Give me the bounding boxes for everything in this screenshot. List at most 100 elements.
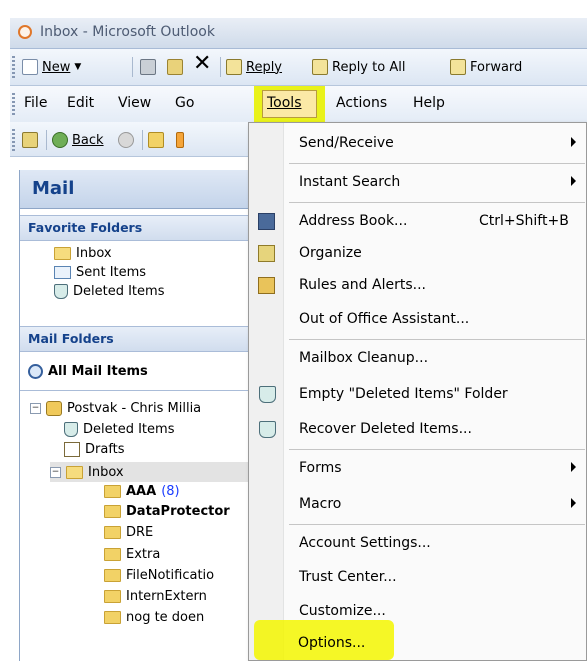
reply-all-icon	[312, 59, 328, 75]
forward-icon	[450, 59, 466, 75]
menu-item-account-settings[interactable]: Account Settings...	[249, 527, 586, 561]
submenu-arrow-icon	[571, 137, 576, 147]
menu-separator	[289, 339, 585, 340]
delete-x-icon: ✕	[193, 50, 212, 76]
subfolder-extra[interactable]: Extra	[104, 547, 160, 562]
up-folder-icon	[148, 132, 164, 148]
send-receive-icon	[22, 132, 38, 148]
recover-trash-icon	[259, 421, 276, 438]
toolbar-separator	[142, 130, 143, 150]
favorite-sent-items[interactable]: Sent Items	[54, 265, 146, 280]
new-mail-icon	[22, 59, 38, 75]
move-to-folder-icon	[167, 59, 183, 75]
reply-all-button[interactable]: Reply to All	[312, 57, 405, 77]
search-folder-icon	[28, 364, 43, 379]
collapse-icon[interactable]: −	[30, 403, 41, 414]
favorite-deleted-items[interactable]: Deleted Items	[54, 284, 164, 299]
subfolder-dre[interactable]: DRE	[104, 525, 153, 540]
subfolder-dataprotector[interactable]: DataProtector	[104, 504, 230, 519]
subfolder-internextern[interactable]: InternExtern	[104, 589, 207, 604]
menu-item-forms[interactable]: Forms	[249, 452, 586, 486]
subfolder-aaa[interactable]: AAA (8)	[104, 484, 180, 499]
inbox-folder-icon	[66, 465, 83, 479]
menu-item-organize[interactable]: Organize	[249, 237, 586, 271]
mailbox-icon	[46, 401, 62, 416]
mail-folders-header[interactable]: Mail Folders	[20, 326, 250, 352]
send-receive-button[interactable]	[22, 130, 38, 150]
menu-bar: File Edit View Go Tools Actions Help	[10, 86, 587, 123]
menu-item-empty-deleted[interactable]: Empty "Deleted Items" Folder	[249, 378, 586, 412]
folder-icon	[104, 569, 121, 582]
tools-dropdown-menu: Send/Receive Instant Search Address Book…	[248, 122, 587, 661]
back-arrow-icon	[52, 132, 68, 148]
print-button[interactable]	[140, 57, 156, 77]
forward-nav-button[interactable]	[118, 130, 134, 150]
organize-icon	[258, 245, 275, 262]
menu-actions[interactable]: Actions	[336, 95, 387, 111]
toolbar-separator	[220, 57, 221, 77]
address-book-icon	[258, 213, 275, 230]
menu-go[interactable]: Go	[175, 95, 194, 111]
menu-item-macro[interactable]: Macro	[249, 488, 586, 522]
menu-view[interactable]: View	[118, 95, 151, 111]
folder-icon	[104, 485, 121, 498]
menu-separator	[289, 449, 585, 450]
divider	[20, 390, 250, 391]
menu-edit[interactable]: Edit	[67, 95, 94, 111]
title-bar: Inbox - Microsoft Outlook	[10, 18, 587, 49]
menu-help[interactable]: Help	[413, 95, 445, 111]
back-button[interactable]: Back	[52, 130, 104, 150]
menu-item-instant-search[interactable]: Instant Search	[249, 166, 586, 200]
favorite-inbox[interactable]: Inbox	[54, 246, 112, 261]
trash-icon	[54, 284, 68, 299]
menu-item-rules-alerts[interactable]: Rules and Alerts...	[249, 269, 586, 303]
toolbar-separator	[132, 57, 133, 77]
subfolder-nog-te-doen[interactable]: nog te doen	[104, 610, 204, 625]
toolbar-separator	[46, 130, 47, 150]
chevron-down-icon[interactable]: ▼	[74, 62, 81, 72]
mailbox-root[interactable]: − Postvak - Chris Millia	[30, 401, 201, 416]
menu-tools[interactable]: Tools	[267, 95, 302, 111]
rules-alerts-icon	[258, 277, 275, 294]
menubar-grip[interactable]	[12, 93, 15, 115]
collapse-icon[interactable]: −	[50, 466, 61, 478]
menu-item-out-of-office[interactable]: Out of Office Assistant...	[249, 303, 586, 337]
forward-arrow-icon	[118, 132, 134, 148]
menu-item-trust-center[interactable]: Trust Center...	[249, 561, 586, 595]
favorite-folders-header[interactable]: Favorite Folders	[20, 215, 250, 241]
menu-item-mailbox-cleanup[interactable]: Mailbox Cleanup...	[249, 342, 586, 376]
toolbar-grip[interactable]	[12, 56, 15, 78]
menu-item-address-book[interactable]: Address Book... Ctrl+Shift+B	[249, 205, 586, 239]
folder-list-button[interactable]	[176, 130, 184, 150]
nav-pane-title: Mail	[32, 178, 75, 199]
submenu-arrow-icon	[571, 176, 576, 186]
folder-inbox[interactable]: − Inbox	[50, 462, 250, 482]
all-mail-items[interactable]: All Mail Items	[28, 364, 148, 379]
print-icon	[140, 59, 156, 75]
trash-icon	[259, 386, 276, 403]
toolbar2-grip[interactable]	[12, 129, 15, 151]
nav-pane-header: Mail	[20, 170, 250, 209]
menu-separator	[289, 524, 585, 525]
menu-file[interactable]: File	[24, 95, 47, 111]
new-button[interactable]: New ▼	[22, 57, 81, 77]
sent-items-icon	[54, 266, 71, 279]
delete-button[interactable]: ✕	[193, 50, 212, 76]
menu-item-recover-deleted[interactable]: Recover Deleted Items...	[249, 413, 586, 447]
menu-item-send-receive[interactable]: Send/Receive	[249, 127, 586, 161]
menu-item-options[interactable]: Options...	[298, 635, 365, 651]
folder-drafts[interactable]: Drafts	[64, 442, 125, 457]
inbox-folder-icon	[54, 247, 71, 260]
move-button[interactable]	[167, 57, 183, 77]
trash-icon	[64, 422, 78, 437]
submenu-arrow-icon	[571, 498, 576, 508]
folder-icon	[104, 548, 121, 561]
forward-button[interactable]: Forward	[450, 57, 522, 77]
menu-separator	[289, 202, 585, 203]
reply-button[interactable]: Reply	[226, 57, 282, 77]
subfolder-filenotification[interactable]: FileNotificatio	[104, 568, 214, 583]
menu-separator	[289, 163, 585, 164]
folder-deleted-items[interactable]: Deleted Items	[64, 422, 174, 437]
folder-icon	[104, 526, 121, 539]
up-folder-button[interactable]	[148, 130, 164, 150]
